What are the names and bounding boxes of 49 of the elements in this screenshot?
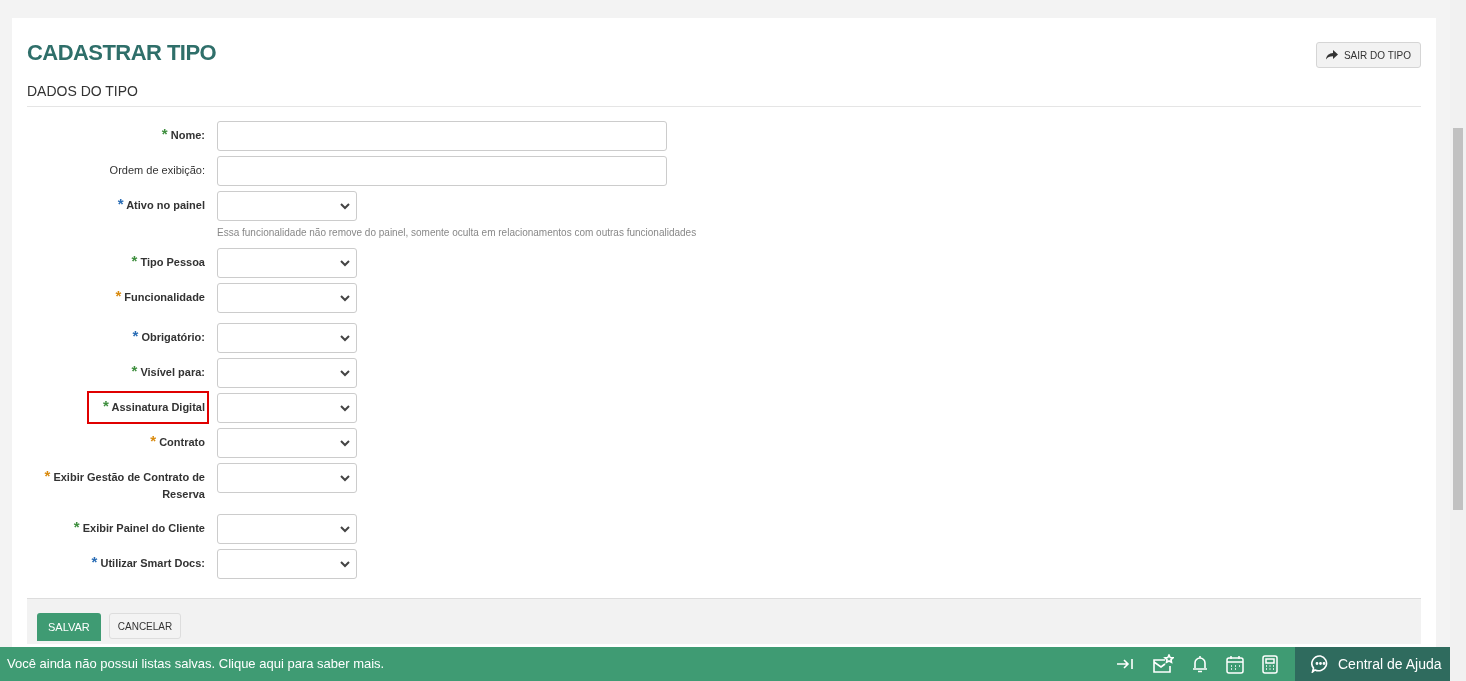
chevron-down-icon	[340, 369, 350, 377]
collapse-icon[interactable]	[1116, 657, 1134, 671]
field-label: * Assinatura Digital	[88, 393, 207, 422]
exit-button[interactable]: SAIR DO TIPO	[1315, 42, 1421, 68]
field-label: * Exibir Painel do Cliente	[72, 517, 206, 537]
chevron-down-icon	[340, 525, 350, 533]
page-title: CADASTRAR TIPO	[27, 39, 217, 67]
dropdown[interactable]	[217, 358, 357, 388]
save-button[interactable]: SALVAR	[37, 613, 101, 641]
dropdown[interactable]	[217, 283, 357, 313]
dropdown[interactable]	[217, 323, 357, 353]
share-arrow-icon	[1325, 50, 1338, 60]
field-label: * Obrigatório:	[131, 326, 206, 346]
cancel-button[interactable]: CANCELAR	[108, 613, 182, 639]
calculator-icon[interactable]	[1262, 654, 1278, 674]
field-label: * Ativo no painel	[116, 194, 206, 214]
chevron-down-icon	[340, 294, 350, 302]
field-label: Ordem de exibição:	[108, 163, 206, 178]
text-field[interactable]	[217, 156, 667, 186]
field-label: * Contrato	[149, 431, 206, 451]
field-label: * Visível para:	[130, 361, 206, 381]
field-hint: Essa funcionalidade não remove do painel, somente oculta em relacionamentos com outras funcionalidades	[217, 226, 697, 240]
field-label: * Exibir Gestão de Contrato de Reserva	[43, 466, 206, 502]
chevron-down-icon	[340, 404, 350, 412]
bell-icon[interactable]	[1192, 655, 1208, 673]
chevron-down-icon	[340, 474, 350, 482]
chevron-down-icon	[340, 202, 350, 210]
field-label: * Funcionalidade	[114, 286, 206, 306]
help-center-button[interactable]: Central de Ajuda	[1295, 647, 1450, 681]
chevron-down-icon	[340, 560, 350, 568]
saved-lists-message[interactable]: Você ainda não possui listas salvas. Clique aqui para saber mais.	[7, 654, 385, 674]
section-title: DADOS DO TIPO	[27, 82, 139, 101]
dropdown[interactable]	[217, 248, 357, 278]
dropdown[interactable]	[217, 463, 357, 493]
calendar-icon[interactable]	[1226, 654, 1244, 674]
chevron-down-icon	[340, 439, 350, 447]
dropdown[interactable]	[217, 191, 357, 221]
dropdown[interactable]	[217, 428, 357, 458]
field-label: * Nome:	[160, 124, 206, 144]
field-label: * Tipo Pessoa	[130, 251, 206, 271]
chevron-down-icon	[340, 259, 350, 267]
field-label: * Utilizar Smart Docs:	[90, 552, 206, 572]
dropdown[interactable]	[217, 549, 357, 579]
text-field[interactable]	[217, 121, 667, 151]
dropdown[interactable]	[217, 514, 357, 544]
mail-star-icon[interactable]	[1152, 654, 1174, 674]
chevron-down-icon	[340, 334, 350, 342]
chat-bubble-icon	[1311, 655, 1330, 673]
dropdown[interactable]	[217, 393, 357, 423]
